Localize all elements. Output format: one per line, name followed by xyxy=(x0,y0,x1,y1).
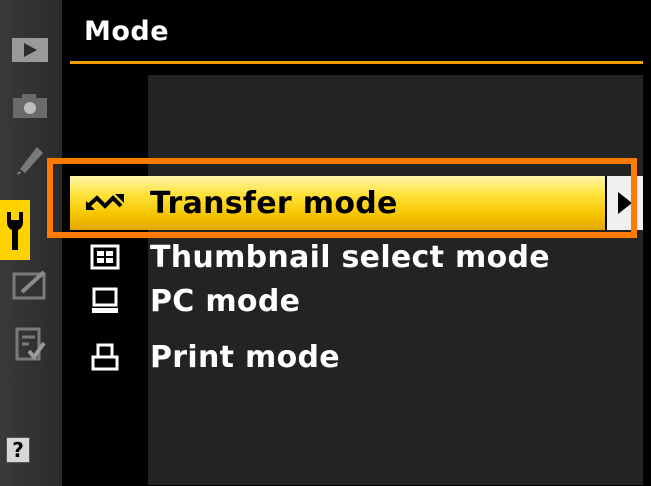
my-menu-icon xyxy=(15,327,46,361)
wrench-icon xyxy=(7,212,23,250)
menu-item-pc-mode[interactable]: PC mode xyxy=(70,274,643,328)
page-title: Mode xyxy=(84,16,170,47)
playback-tab[interactable] xyxy=(4,24,56,76)
pencil-icon xyxy=(17,147,43,175)
computer-icon xyxy=(70,274,140,328)
title-divider xyxy=(70,61,643,64)
menu-item-print-mode[interactable]: Print mode xyxy=(70,330,643,384)
highlight-callout-frame xyxy=(47,158,637,238)
printer-icon xyxy=(70,330,140,384)
menu-item-label: Print mode xyxy=(150,339,340,375)
my-menu-tab[interactable] xyxy=(4,318,56,370)
retouch-tab[interactable] xyxy=(4,258,56,310)
retouch-icon xyxy=(12,270,46,300)
playback-icon xyxy=(12,38,48,62)
setup-tab[interactable] xyxy=(0,200,30,260)
camera-icon xyxy=(13,94,47,118)
help-button[interactable]: ? xyxy=(6,437,30,463)
menu-item-label: Thumbnail select mode xyxy=(150,239,550,275)
shooting-tab[interactable] xyxy=(4,80,56,132)
menu-item-label: PC mode xyxy=(150,283,301,319)
menu-tab-rail: ? xyxy=(0,0,62,486)
